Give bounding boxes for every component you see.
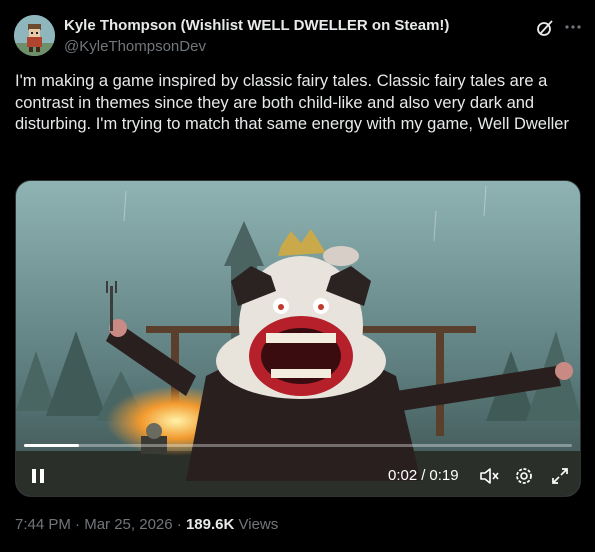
video-current-time: 0:02 bbox=[388, 467, 418, 484]
tweet-date[interactable]: Mar 25, 2026 bbox=[84, 516, 172, 533]
author-handle[interactable]: @KyleThompsonDev bbox=[64, 38, 206, 55]
mute-icon[interactable] bbox=[478, 465, 500, 487]
video-time: 0:02/0:19 bbox=[388, 467, 459, 484]
views-count: 189.6K bbox=[185, 516, 235, 533]
pause-icon[interactable] bbox=[28, 466, 48, 486]
more-icon[interactable] bbox=[563, 17, 583, 37]
tweet-time[interactable]: 7:44 PM bbox=[15, 516, 71, 533]
video-frame bbox=[16, 181, 580, 496]
video-progress-fill bbox=[24, 444, 79, 447]
tweet: Kyle Thompson (Wishlist WELL DWELLER on … bbox=[0, 0, 595, 552]
avatar[interactable] bbox=[14, 15, 55, 56]
tweet-meta: 7:44 PM · Mar 25, 2026 · 189.6K Views bbox=[15, 516, 278, 533]
settings-icon[interactable] bbox=[513, 465, 535, 487]
video-time-separator: / bbox=[421, 467, 426, 484]
video-player[interactable]: 0:02/0:19 bbox=[15, 180, 581, 497]
video-progress-bar[interactable] bbox=[24, 444, 572, 447]
meta-separator: · bbox=[176, 516, 182, 533]
grok-icon[interactable] bbox=[536, 19, 554, 37]
meta-separator: · bbox=[75, 516, 81, 533]
tweet-text: I'm making a game inspired by classic fa… bbox=[15, 72, 569, 133]
fullscreen-icon[interactable] bbox=[549, 465, 571, 487]
video-duration: 0:19 bbox=[429, 467, 459, 484]
pixel-character-avatar-icon bbox=[14, 15, 55, 56]
views-label: Views bbox=[238, 516, 279, 533]
author-display-name[interactable]: Kyle Thompson (Wishlist WELL DWELLER on … bbox=[64, 17, 449, 34]
